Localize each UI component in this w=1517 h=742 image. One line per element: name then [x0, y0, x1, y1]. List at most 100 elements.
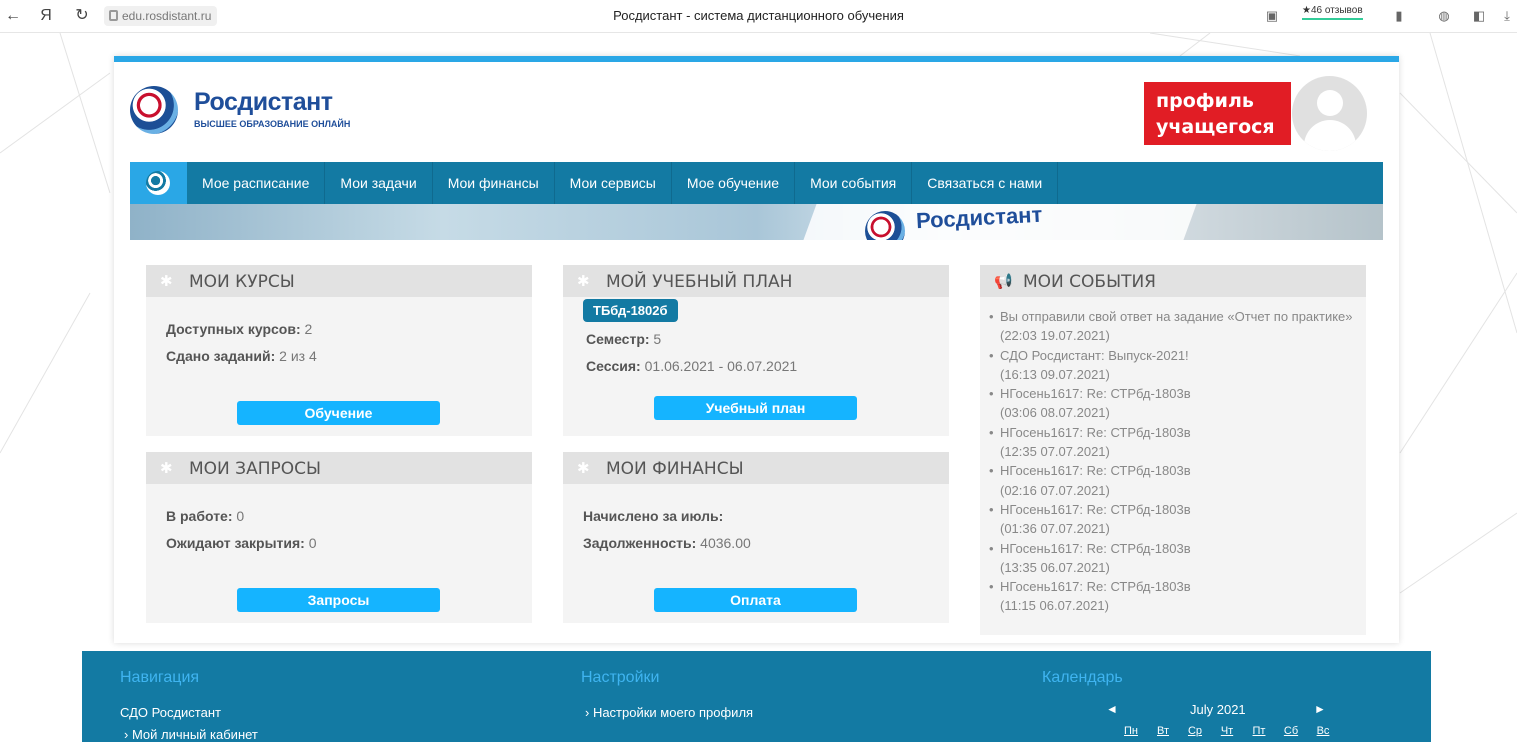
- event-time: (22:03 19.07.2021): [1000, 328, 1110, 344]
- avatar[interactable]: [1292, 76, 1367, 151]
- event-time: (02:16 07.07.2021): [1000, 482, 1110, 498]
- browser-toolbar: ← Я ↻ edu.rosdistant.ru Росдистант - сис…: [0, 0, 1517, 33]
- event-item[interactable]: НГосень1617: Re: СТРбд-1803в (01:36 07.0…: [988, 500, 1358, 539]
- asterisk-icon: ✱: [577, 460, 590, 477]
- event-time: (11:15 06.07.2021): [1000, 598, 1109, 614]
- menu-item-schedule[interactable]: Мое расписание: [187, 162, 326, 204]
- calendar-weekday: Сб: [1283, 725, 1299, 737]
- extensions-icon[interactable]: ◧: [1472, 9, 1486, 23]
- calendar-weekdays: Пн Вт Ср Чт Пт Сб Вс: [1115, 725, 1339, 737]
- calendar-weekday: Ср: [1187, 725, 1203, 737]
- study-plan-widget-header: ✱ МОЙ УЧЕБНЫЙ ПЛАН: [563, 265, 949, 297]
- menu-item-learning[interactable]: Мое обучение: [672, 162, 796, 204]
- finances-widget: ✱ МОИ ФИНАНСЫ Начислено за июль: Задолже…: [563, 452, 949, 623]
- calendar-next-icon[interactable]: ►: [1314, 702, 1326, 716]
- finances-widget-title: МОИ ФИНАНСЫ: [606, 459, 744, 479]
- semester: Семестр: 5: [586, 331, 661, 347]
- finances-accrued: Начислено за июль:: [583, 508, 723, 524]
- menu-item-finances[interactable]: Мои финансы: [433, 162, 555, 204]
- event-item[interactable]: НГосень1617: Re: СТРбд-1803в (11:15 06.0…: [988, 577, 1358, 616]
- event-item[interactable]: НГосень1617: Re: СТРбд-1803в (12:35 07.0…: [988, 423, 1358, 462]
- logo-emblem-icon: [130, 86, 178, 134]
- calendar-prev-icon[interactable]: ◄: [1106, 702, 1118, 716]
- menu-item-tasks[interactable]: Мои задачи: [325, 162, 433, 204]
- profile-badge-line1: профиль: [1156, 90, 1254, 112]
- hero-banner: Росдистант: [130, 204, 1383, 240]
- requests-awaiting: Ожидают закрытия: 0: [166, 535, 317, 551]
- courses-widget-title: МОИ КУРСЫ: [189, 272, 295, 292]
- calendar-weekday: Вт: [1156, 725, 1169, 737]
- available-courses-value: 2: [304, 321, 313, 337]
- menu-item-events[interactable]: Мои события: [795, 162, 913, 204]
- footer-calendar-title: Календарь: [1042, 669, 1123, 686]
- event-text: Вы отправили свой ответ на задание «Отче…: [1000, 309, 1353, 324]
- home-logo-icon: [146, 171, 170, 195]
- asterisk-icon: ✱: [577, 273, 590, 290]
- study-plan-widget: ✱ МОЙ УЧЕБНЫЙ ПЛАН ТБбд-1802б Семестр: 5…: [563, 265, 949, 436]
- translate-icon[interactable]: ▣: [1265, 9, 1279, 23]
- study-plan-button[interactable]: Учебный план: [654, 396, 857, 420]
- footer-settings-title: Настройки: [581, 669, 660, 686]
- event-text: НГосень1617: Re: СТРбд-1803в: [1000, 424, 1191, 440]
- available-courses: Доступных курсов: 2: [166, 321, 312, 337]
- requests-awaiting-value: 0: [308, 535, 317, 551]
- event-time: (01:36 07.07.2021): [1000, 521, 1110, 537]
- site-logo[interactable]: Росдистант ВЫСШЕЕ ОБРАЗОВАНИЕ ОНЛАЙН: [130, 86, 350, 136]
- courses-widget: ✱ МОИ КУРСЫ Доступных курсов: 2 Сдано за…: [146, 265, 532, 436]
- requests-widget-title: МОИ ЗАПРОСЫ: [189, 459, 321, 479]
- requests-in-work: В работе: 0: [166, 508, 244, 524]
- asterisk-icon: ✱: [160, 273, 173, 290]
- semester-label: Семестр:: [586, 331, 650, 347]
- logo-name: Росдистант: [194, 88, 333, 116]
- finances-debt-value: 4036.00: [700, 535, 751, 551]
- event-item[interactable]: НГосень1617: Re: СТРбд-1803в (03:06 08.0…: [988, 384, 1358, 423]
- main-panel: Росдистант ВЫСШЕЕ ОБРАЗОВАНИЕ ОНЛАЙН про…: [114, 56, 1399, 643]
- student-profile-badge[interactable]: профиль учащегося: [1144, 82, 1291, 145]
- requests-button[interactable]: Запросы: [237, 588, 440, 612]
- calendar-month: July 2021: [1190, 702, 1246, 717]
- event-text: НГосень1617: Re: СТРбд-1803в: [1000, 501, 1191, 517]
- study-plan-widget-title: МОЙ УЧЕБНЫЙ ПЛАН: [606, 272, 793, 292]
- panel-accent-bar: [114, 56, 1399, 62]
- menu-item-contact[interactable]: Связаться с нами: [912, 162, 1059, 204]
- event-time: (16:13 09.07.2021): [1000, 366, 1110, 382]
- event-item[interactable]: НГосень1617: Re: СТРбд-1803в (02:16 07.0…: [988, 461, 1358, 500]
- events-widget-header: 📢 МОИ СОБЫТИЯ: [980, 265, 1366, 297]
- event-item[interactable]: Вы отправили свой ответ на задание «Отче…: [988, 307, 1358, 346]
- event-item[interactable]: СДО Росдистант: Выпуск-2021! (16:13 09.0…: [988, 346, 1358, 385]
- session-label: Сессия:: [586, 358, 641, 374]
- footer-link-cabinet[interactable]: › Мой личный кабинет: [124, 727, 258, 742]
- submitted-tasks-value: 2 из 4: [279, 348, 317, 364]
- payment-button[interactable]: Оплата: [654, 588, 857, 612]
- requests-in-work-label: В работе:: [166, 508, 233, 524]
- event-text: НГосень1617: Re: СТРбд-1803в: [1000, 463, 1191, 479]
- events-widget-title: МОИ СОБЫТИЯ: [1023, 272, 1156, 292]
- event-text: НГосень1617: Re: СТРбд-1803в: [1000, 540, 1191, 556]
- main-menu: Мое расписание Мои задачи Мои финансы Мо…: [130, 162, 1383, 204]
- requests-awaiting-label: Ожидают закрытия:: [166, 535, 305, 551]
- footer: Навигация СДО Росдистант › Мой личный ка…: [82, 651, 1431, 742]
- calendar-weekday: Пн: [1124, 725, 1138, 737]
- event-item[interactable]: НГосень1617: Re: СТРбд-1803в (13:35 06.0…: [988, 539, 1358, 578]
- events-widget: 📢 МОИ СОБЫТИЯ Вы отправили свой ответ на…: [980, 265, 1366, 635]
- requests-widget-header: ✱ МОИ ЗАПРОСЫ: [146, 452, 532, 484]
- profile-badge-line2: учащегося: [1156, 116, 1275, 138]
- learning-button[interactable]: Обучение: [237, 401, 440, 425]
- reviews-badge[interactable]: ★46 отзывов: [1302, 5, 1363, 20]
- globe-icon[interactable]: ◍: [1437, 9, 1451, 23]
- footer-link-profile-settings[interactable]: › Настройки моего профиля: [585, 705, 753, 720]
- event-time: (13:35 06.07.2021): [1000, 559, 1110, 575]
- event-time: (03:06 08.07.2021): [1000, 405, 1110, 421]
- submitted-tasks: Сдано заданий: 2 из 4: [166, 348, 317, 364]
- bookmark-icon[interactable]: ▮: [1392, 9, 1406, 23]
- session-value: 01.06.2021 - 06.07.2021: [644, 358, 798, 374]
- asterisk-icon: ✱: [160, 460, 173, 477]
- finances-accrued-label: Начислено за июль:: [583, 508, 724, 524]
- footer-link-sdo[interactable]: СДО Росдистант: [120, 705, 221, 720]
- menu-home-button[interactable]: [130, 162, 187, 204]
- avatar-head-icon: [1317, 90, 1343, 116]
- footer-nav-title: Навигация: [120, 669, 200, 686]
- calendar-weekday: Вс: [1316, 725, 1330, 737]
- download-icon[interactable]: ⤓: [1500, 9, 1514, 23]
- menu-item-services[interactable]: Мои сервисы: [555, 162, 672, 204]
